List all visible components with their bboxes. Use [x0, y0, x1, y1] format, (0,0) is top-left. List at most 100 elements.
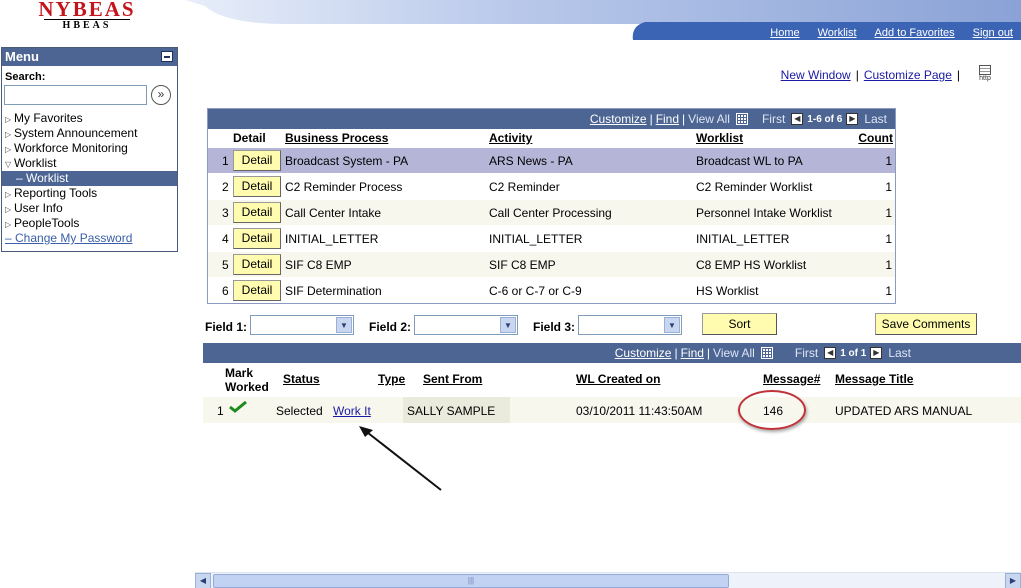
field2-select[interactable]: ▼ [414, 315, 518, 335]
next-arrow-icon[interactable]: ▶ [846, 113, 859, 125]
field1-select[interactable]: ▼ [250, 315, 354, 335]
http-link-icon[interactable]: http [977, 65, 993, 83]
business-process-cell: SIF Determination [285, 284, 382, 298]
grid1-range: 1-6 of 6 [807, 113, 843, 125]
grid2-view-all[interactable]: View All [713, 346, 755, 360]
worklist-detail-grid: Customize | Find | View All First ◀ 1 of 1… [203, 343, 1021, 423]
chevron-down-icon[interactable]: ▼ [336, 317, 352, 333]
col-activity-header[interactable]: Activity [489, 131, 532, 145]
field3-select[interactable]: ▼ [578, 315, 682, 335]
detail-button[interactable]: Detail [233, 176, 281, 197]
grid1-header-row: Detail Business Process Activity Worklis… [208, 129, 895, 147]
table-row[interactable]: 4 Detail INITIAL_LETTER INITIAL_LETTER I… [208, 225, 895, 251]
grid2-first[interactable]: First [795, 346, 818, 360]
menu-item-label: Reporting Tools [14, 186, 98, 200]
col-message-title-header[interactable]: Message Title [835, 372, 913, 386]
col-status-header[interactable]: Status [283, 372, 320, 386]
row-number: 5 [222, 258, 229, 272]
menu-search-input[interactable] [4, 85, 147, 105]
menu-item-reporting-tools[interactable]: ▷ Reporting Tools [2, 186, 177, 201]
table-row[interactable]: 6 Detail SIF Determination C-6 or C-7 or… [208, 277, 895, 303]
save-comments-button[interactable]: Save Comments [875, 313, 977, 335]
table-row[interactable]: 1 Detail Broadcast System - PA ARS News … [208, 147, 895, 173]
menu-item-worklist-selected[interactable]: – Worklist [2, 171, 177, 186]
activity-cell: Call Center Processing [489, 206, 612, 220]
checkmark-icon[interactable] [229, 401, 247, 413]
menu-item-label: Worklist [14, 156, 57, 170]
menu-item-system-announcement[interactable]: ▷ System Announcement [2, 126, 177, 141]
col-wl-created-header[interactable]: WL Created on [576, 372, 660, 386]
table-row[interactable]: 3 Detail Call Center Intake Call Center … [208, 199, 895, 225]
chevron-down-icon[interactable]: ▼ [664, 317, 680, 333]
business-process-cell: SIF C8 EMP [285, 258, 352, 272]
grid2-last[interactable]: Last [888, 346, 911, 360]
menu-item-peopletools[interactable]: ▷ PeopleTools [2, 216, 177, 231]
activity-cell: SIF C8 EMP [489, 258, 556, 272]
worklist-cell: Personnel Intake Worklist [696, 206, 832, 220]
message-title-cell: UPDATED ARS MANUAL [835, 404, 973, 418]
prev-arrow-icon[interactable]: ◀ [791, 113, 804, 125]
nav-add-favorites-link[interactable]: Add to Favorites [875, 27, 955, 39]
collapsed-triangle-icon: ▷ [5, 145, 12, 154]
grid2-find-link[interactable]: Find [681, 346, 704, 360]
col-worklist-header[interactable]: Worklist [696, 131, 743, 145]
activity-cell: C-6 or C-7 or C-9 [489, 284, 582, 298]
menu-item-user-info[interactable]: ▷ User Info [2, 201, 177, 216]
horizontal-scrollbar[interactable]: ◀ ||| ▶ [195, 572, 1021, 588]
work-it-link[interactable]: Work It [333, 404, 371, 418]
grid1-customize-link[interactable]: Customize [590, 112, 647, 126]
collapsed-triangle-icon: ▷ [5, 220, 12, 229]
business-process-cell: Call Center Intake [285, 206, 382, 220]
table-row[interactable]: 2 Detail C2 Reminder Process C2 Reminder… [208, 173, 895, 199]
col-mark-worked-header: Mark Worked [225, 366, 269, 394]
chevron-down-icon[interactable]: ▼ [500, 317, 516, 333]
col-business-process-header[interactable]: Business Process [285, 131, 388, 145]
col-sent-from-header[interactable]: Sent From [423, 372, 482, 386]
next-arrow-icon[interactable]: ▶ [870, 347, 883, 359]
minimize-icon[interactable] [161, 51, 173, 62]
table-row[interactable]: 1 Selected Work It SALLY SAMPLE 03/10/20… [203, 397, 1021, 423]
worklist-cell: HS Worklist [696, 284, 759, 298]
grid-download-icon[interactable] [760, 347, 773, 359]
prev-arrow-icon[interactable]: ◀ [824, 347, 837, 359]
wl-created-cell: 03/10/2011 11:43:50AM [576, 404, 703, 418]
field1-label: Field 1: [205, 320, 248, 334]
col-count-header[interactable]: Count [858, 131, 893, 145]
scroll-thumb[interactable]: ||| [213, 574, 729, 588]
grid2-header-row: Mark Worked Status Type Sent From WL Cre… [203, 363, 1021, 395]
grid-download-icon[interactable] [735, 113, 748, 125]
grid1-first[interactable]: First [762, 112, 785, 126]
col-type-header[interactable]: Type [378, 372, 405, 386]
worklist-cell: C2 Reminder Worklist [696, 180, 813, 194]
search-go-icon[interactable]: » [151, 85, 171, 105]
collapsed-triangle-icon: ▷ [5, 205, 12, 214]
new-window-link[interactable]: New Window [781, 68, 851, 82]
sort-button[interactable]: Sort [702, 313, 777, 335]
nav-sign-out-link[interactable]: Sign out [973, 27, 1013, 39]
col-message-num-header[interactable]: Message# [763, 372, 820, 386]
nav-worklist-link[interactable]: Worklist [818, 27, 857, 39]
search-label: Search: [5, 71, 46, 83]
grid1-find-link[interactable]: Find [656, 112, 679, 126]
highlight-circle-annotation [738, 390, 806, 430]
detail-button[interactable]: Detail [233, 228, 281, 249]
menu-item-change-password[interactable]: – Change My Password [2, 231, 177, 246]
menu-item-workforce-monitoring[interactable]: ▷ Workforce Monitoring [2, 141, 177, 156]
business-process-cell: Broadcast System - PA [285, 154, 409, 168]
menu-item-worklist-folder[interactable]: ▽ Worklist [2, 156, 177, 171]
row-number: 3 [222, 206, 229, 220]
grid1-view-all[interactable]: View All [688, 112, 730, 126]
grid1-last[interactable]: Last [864, 112, 887, 126]
scroll-left-icon[interactable]: ◀ [195, 573, 211, 588]
scroll-right-icon[interactable]: ▶ [1005, 573, 1021, 588]
table-row[interactable]: 5 Detail SIF C8 EMP SIF C8 EMP C8 EMP HS… [208, 251, 895, 277]
nav-home-link[interactable]: Home [770, 27, 799, 39]
grid2-customize-link[interactable]: Customize [615, 346, 672, 360]
customize-page-link[interactable]: Customize Page [864, 68, 952, 82]
grid2-toolbar: Customize | Find | View All First ◀ 1 of 1… [203, 343, 1021, 363]
detail-button[interactable]: Detail [233, 254, 281, 275]
detail-button[interactable]: Detail [233, 150, 281, 171]
detail-button[interactable]: Detail [233, 202, 281, 223]
detail-button[interactable]: Detail [233, 280, 281, 301]
menu-item-my-favorites[interactable]: ▷ My Favorites [2, 111, 177, 126]
